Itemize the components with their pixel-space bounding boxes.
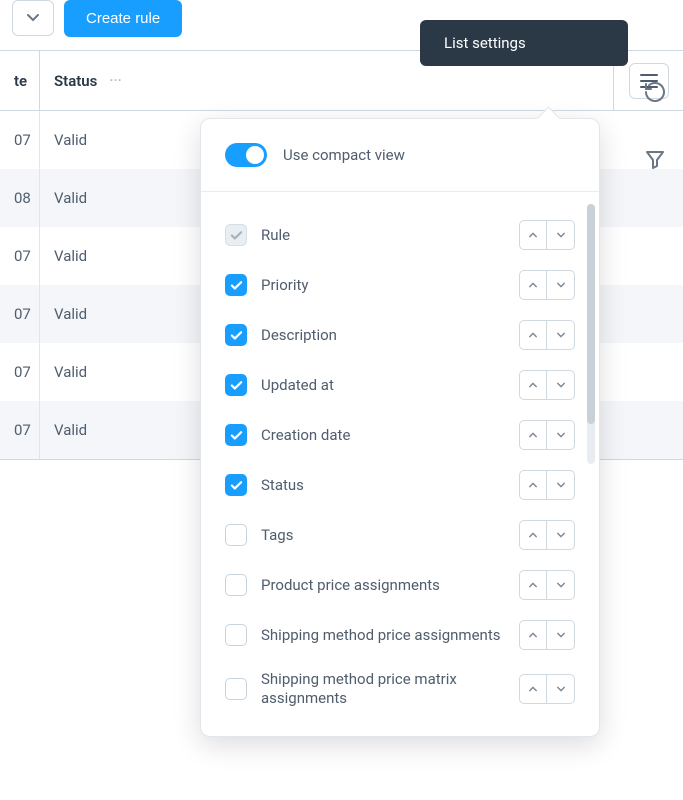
column-option: Product price assignments bbox=[225, 560, 591, 610]
cell-date: 08 bbox=[0, 169, 40, 227]
move-down-button[interactable] bbox=[547, 420, 575, 450]
move-up-button[interactable] bbox=[519, 470, 547, 500]
move-down-button[interactable] bbox=[547, 674, 575, 704]
column-label: Updated at bbox=[261, 376, 505, 395]
refresh-button[interactable] bbox=[643, 80, 667, 104]
move-down-button[interactable] bbox=[547, 520, 575, 550]
filter-icon bbox=[643, 148, 667, 172]
column-label: Shipping method price matrix assignments bbox=[261, 670, 505, 708]
column-label: Status bbox=[261, 476, 505, 495]
filter-button[interactable] bbox=[643, 148, 667, 172]
move-down-button[interactable] bbox=[547, 270, 575, 300]
cell-date: 07 bbox=[0, 111, 40, 169]
scrollbar-thumb[interactable] bbox=[587, 204, 595, 424]
move-up-button[interactable] bbox=[519, 520, 547, 550]
move-up-button[interactable] bbox=[519, 220, 547, 250]
move-down-button[interactable] bbox=[547, 570, 575, 600]
column-checkbox[interactable] bbox=[225, 624, 247, 646]
column-checkbox[interactable] bbox=[225, 474, 247, 496]
column-label: Tags bbox=[261, 526, 505, 545]
create-rule-button[interactable]: Create rule bbox=[64, 0, 182, 37]
reorder-stepper bbox=[519, 420, 575, 450]
reorder-stepper bbox=[519, 520, 575, 550]
move-up-button[interactable] bbox=[519, 420, 547, 450]
reorder-stepper bbox=[519, 270, 575, 300]
move-up-button[interactable] bbox=[519, 674, 547, 704]
move-up-button[interactable] bbox=[519, 370, 547, 400]
popover-header: Use compact view bbox=[201, 119, 599, 192]
move-down-button[interactable] bbox=[547, 470, 575, 500]
column-option: Updated at bbox=[225, 360, 591, 410]
column-option: Description bbox=[225, 310, 591, 360]
reorder-stepper bbox=[519, 674, 575, 704]
ellipsis-icon[interactable]: ··· bbox=[109, 73, 121, 89]
reorder-stepper bbox=[519, 370, 575, 400]
column-option: Tags bbox=[225, 510, 591, 560]
move-down-button[interactable] bbox=[547, 620, 575, 650]
column-label: Creation date bbox=[261, 426, 505, 445]
column-checkbox[interactable] bbox=[225, 524, 247, 546]
column-option: Priority bbox=[225, 260, 591, 310]
column-checkbox[interactable] bbox=[225, 224, 247, 246]
move-up-button[interactable] bbox=[519, 270, 547, 300]
move-up-button[interactable] bbox=[519, 620, 547, 650]
list-settings-popover: Use compact view Rule Priority Description… bbox=[200, 118, 600, 737]
column-option: Rule bbox=[225, 210, 591, 260]
cell-date: 07 bbox=[0, 401, 40, 459]
context-dropdown[interactable] bbox=[12, 0, 54, 36]
reorder-stepper bbox=[519, 620, 575, 650]
column-header-label: Status bbox=[54, 72, 97, 90]
column-checkbox[interactable] bbox=[225, 574, 247, 596]
scrollbar[interactable] bbox=[587, 204, 595, 464]
move-up-button[interactable] bbox=[519, 570, 547, 600]
column-header-label: te bbox=[14, 72, 27, 90]
cell-date: 07 bbox=[0, 227, 40, 285]
column-option: Status bbox=[225, 460, 591, 510]
reorder-stepper bbox=[519, 320, 575, 350]
column-checkbox[interactable] bbox=[225, 374, 247, 396]
column-checkbox[interactable] bbox=[225, 424, 247, 446]
chevron-down-icon bbox=[27, 14, 39, 22]
move-down-button[interactable] bbox=[547, 220, 575, 250]
column-label: Rule bbox=[261, 226, 505, 245]
move-down-button[interactable] bbox=[547, 320, 575, 350]
reorder-stepper bbox=[519, 570, 575, 600]
column-option: Creation date bbox=[225, 410, 591, 460]
move-down-button[interactable] bbox=[547, 370, 575, 400]
cell-status: Valid bbox=[40, 111, 192, 169]
column-header-date[interactable]: te bbox=[0, 51, 40, 110]
column-label: Product price assignments bbox=[261, 576, 505, 595]
cell-status: Valid bbox=[40, 401, 192, 459]
move-up-button[interactable] bbox=[519, 320, 547, 350]
column-header-status[interactable]: Status ··· bbox=[40, 51, 192, 110]
reorder-stepper bbox=[519, 220, 575, 250]
cell-status: Valid bbox=[40, 227, 192, 285]
cell-date: 07 bbox=[0, 285, 40, 343]
column-option: Shipping method price matrix assignments bbox=[225, 660, 591, 718]
cell-status: Valid bbox=[40, 285, 192, 343]
column-checkbox[interactable] bbox=[225, 678, 247, 700]
column-option: Shipping method price assignments bbox=[225, 610, 591, 660]
cell-status: Valid bbox=[40, 169, 192, 227]
compact-view-toggle[interactable] bbox=[225, 143, 267, 167]
cell-date: 07 bbox=[0, 343, 40, 401]
column-checkbox[interactable] bbox=[225, 274, 247, 296]
reorder-stepper bbox=[519, 470, 575, 500]
column-label: Shipping method price assignments bbox=[261, 626, 505, 645]
list-settings-tooltip: List settings bbox=[420, 20, 628, 66]
refresh-icon bbox=[643, 80, 667, 104]
column-label: Description bbox=[261, 326, 505, 345]
compact-view-label: Use compact view bbox=[283, 146, 405, 164]
cell-status: Valid bbox=[40, 343, 192, 401]
column-checkbox[interactable] bbox=[225, 324, 247, 346]
column-label: Priority bbox=[261, 276, 505, 295]
